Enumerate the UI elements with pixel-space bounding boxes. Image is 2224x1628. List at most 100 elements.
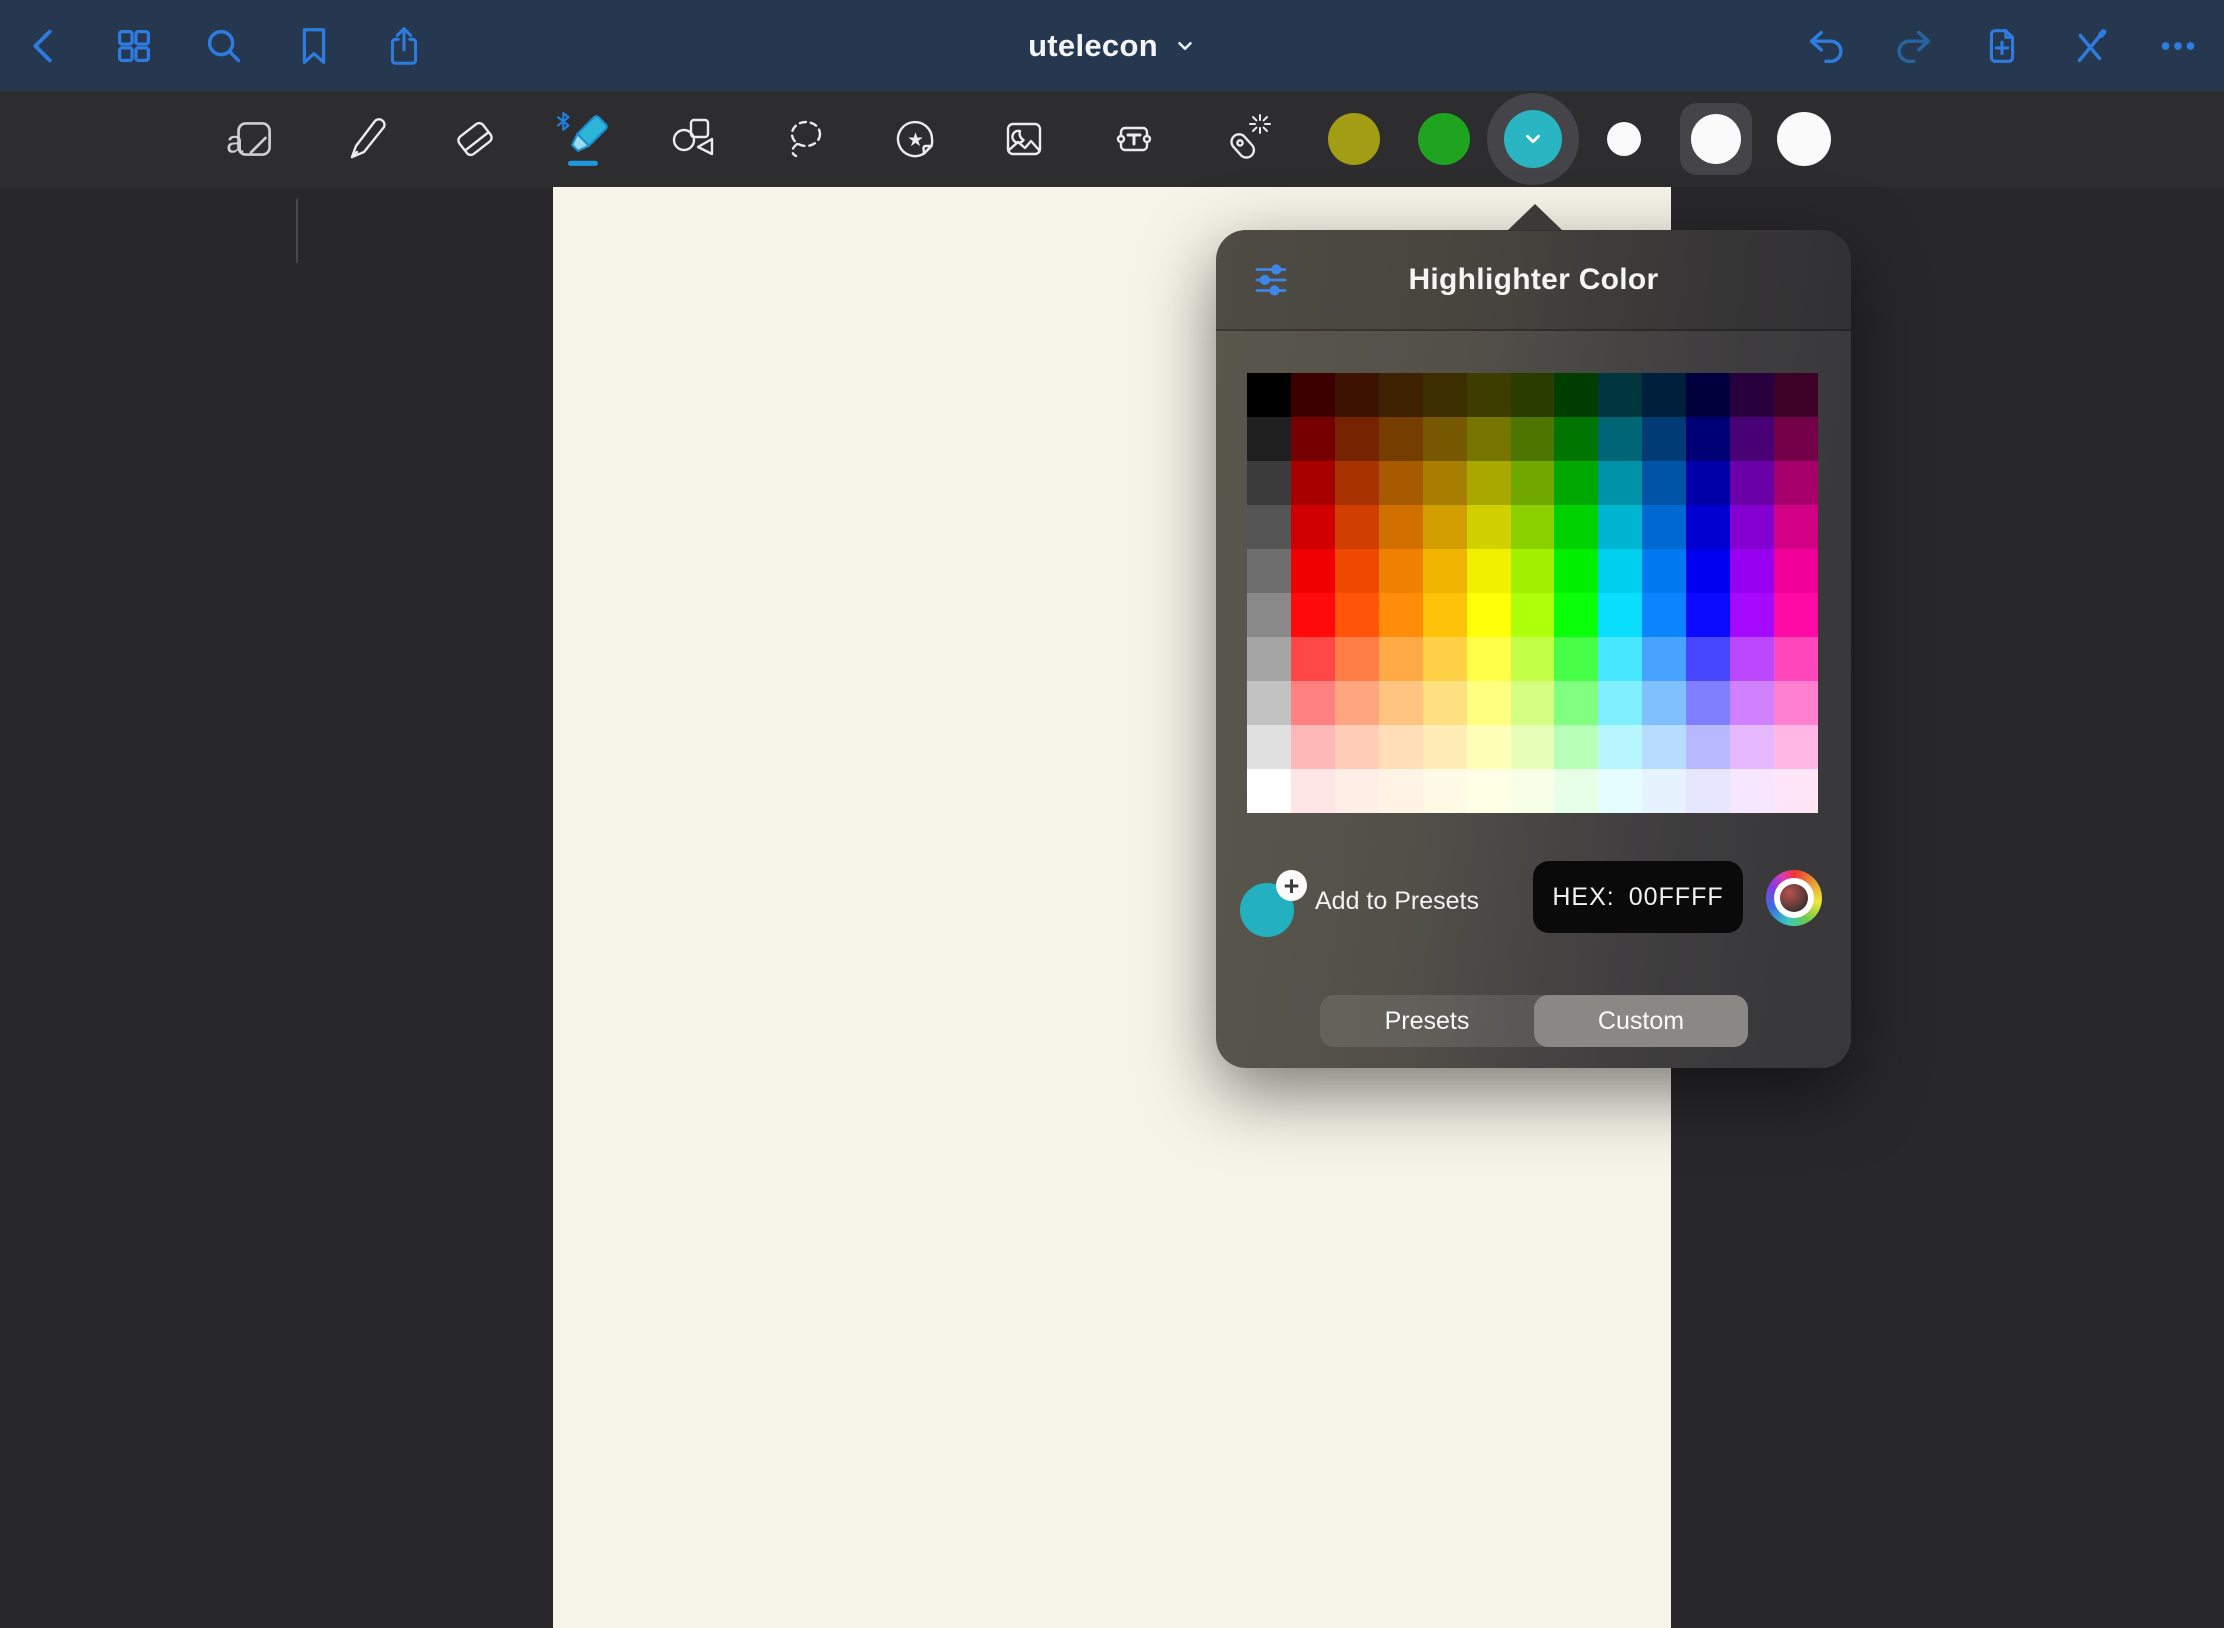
color-cell[interactable]: [1467, 549, 1511, 593]
hex-input[interactable]: HEX: 00FFFF: [1533, 861, 1743, 933]
color-cell[interactable]: [1554, 681, 1598, 725]
color-cell[interactable]: [1291, 549, 1335, 593]
color-cell[interactable]: [1554, 593, 1598, 637]
tool-sticker[interactable]: ★: [885, 109, 945, 169]
color-cell[interactable]: [1554, 373, 1598, 417]
color-cell[interactable]: [1598, 593, 1642, 637]
color-cell[interactable]: [1335, 637, 1379, 681]
color-cell[interactable]: [1774, 593, 1818, 637]
color-cell[interactable]: [1423, 549, 1467, 593]
color-cell[interactable]: [1598, 505, 1642, 549]
color-cell[interactable]: [1467, 505, 1511, 549]
color-cell[interactable]: [1467, 637, 1511, 681]
color-cell[interactable]: [1247, 549, 1291, 593]
color-cell[interactable]: [1511, 417, 1555, 461]
thickness-medium-selected[interactable]: [1680, 103, 1752, 175]
pages-overview-button[interactable]: [110, 22, 158, 70]
color-cell[interactable]: [1642, 769, 1686, 813]
color-cell[interactable]: [1335, 725, 1379, 769]
color-cell[interactable]: [1291, 593, 1335, 637]
stop-editing-button[interactable]: [2066, 22, 2114, 70]
color-cell[interactable]: [1730, 637, 1774, 681]
color-cell[interactable]: [1379, 593, 1423, 637]
color-preset-green[interactable]: [1418, 113, 1470, 165]
tool-lasso[interactable]: [775, 109, 835, 169]
color-cell[interactable]: [1335, 681, 1379, 725]
tab-custom[interactable]: Custom: [1534, 995, 1748, 1047]
color-cell[interactable]: [1774, 373, 1818, 417]
color-cell[interactable]: [1686, 637, 1730, 681]
color-cell[interactable]: [1686, 593, 1730, 637]
back-button[interactable]: [20, 22, 68, 70]
tab-presets[interactable]: Presets: [1320, 995, 1534, 1047]
color-cell[interactable]: [1642, 549, 1686, 593]
tool-eraser[interactable]: [445, 109, 505, 169]
color-cell[interactable]: [1291, 417, 1335, 461]
color-cell[interactable]: [1774, 461, 1818, 505]
color-cell[interactable]: [1379, 681, 1423, 725]
color-cell[interactable]: [1247, 505, 1291, 549]
color-cell[interactable]: [1730, 505, 1774, 549]
color-cell[interactable]: [1774, 725, 1818, 769]
color-cell[interactable]: [1467, 373, 1511, 417]
color-cell[interactable]: [1774, 505, 1818, 549]
color-cell[interactable]: [1291, 505, 1335, 549]
color-cell[interactable]: [1642, 681, 1686, 725]
tool-text[interactable]: [1104, 109, 1164, 169]
color-cell[interactable]: [1511, 769, 1555, 813]
color-cell[interactable]: [1730, 593, 1774, 637]
color-cell[interactable]: [1379, 461, 1423, 505]
tool-pen[interactable]: [336, 109, 396, 169]
color-cell[interactable]: [1774, 549, 1818, 593]
color-cell[interactable]: [1554, 461, 1598, 505]
color-cell[interactable]: [1511, 681, 1555, 725]
color-preset-olive[interactable]: [1328, 113, 1380, 165]
color-cell[interactable]: [1379, 505, 1423, 549]
thickness-large[interactable]: [1777, 112, 1831, 166]
color-cell[interactable]: [1642, 461, 1686, 505]
color-cell[interactable]: [1423, 505, 1467, 549]
color-cell[interactable]: [1379, 417, 1423, 461]
color-cell[interactable]: [1247, 637, 1291, 681]
document-title[interactable]: utelecon: [1028, 28, 1158, 64]
color-cell[interactable]: [1335, 461, 1379, 505]
color-cell[interactable]: [1554, 417, 1598, 461]
color-cell[interactable]: [1774, 681, 1818, 725]
color-cell[interactable]: [1598, 373, 1642, 417]
color-cell[interactable]: [1642, 593, 1686, 637]
tool-laser-pointer[interactable]: [1215, 109, 1275, 169]
color-cell[interactable]: [1467, 461, 1511, 505]
color-cell[interactable]: [1730, 461, 1774, 505]
tool-shapes[interactable]: [665, 109, 725, 169]
color-cell[interactable]: [1379, 725, 1423, 769]
color-cell[interactable]: [1423, 681, 1467, 725]
bookmark-button[interactable]: [290, 22, 338, 70]
color-preset-teal-selected[interactable]: [1487, 93, 1579, 185]
color-cell[interactable]: [1291, 725, 1335, 769]
color-cell[interactable]: [1423, 417, 1467, 461]
color-cell[interactable]: [1554, 725, 1598, 769]
color-cell[interactable]: [1335, 769, 1379, 813]
color-cell[interactable]: [1511, 461, 1555, 505]
tool-view-mode[interactable]: a: [222, 109, 282, 169]
color-cell[interactable]: [1511, 549, 1555, 593]
color-cell[interactable]: [1379, 769, 1423, 813]
color-cell[interactable]: [1335, 593, 1379, 637]
color-cell[interactable]: [1686, 725, 1730, 769]
color-cell[interactable]: [1730, 769, 1774, 813]
color-cell[interactable]: [1774, 417, 1818, 461]
color-cell[interactable]: [1686, 549, 1730, 593]
color-cell[interactable]: [1247, 461, 1291, 505]
color-cell[interactable]: [1335, 417, 1379, 461]
add-page-button[interactable]: [1978, 22, 2026, 70]
color-cell[interactable]: [1511, 725, 1555, 769]
color-cell[interactable]: [1511, 505, 1555, 549]
thickness-settings-button[interactable]: [1248, 257, 1294, 303]
color-cell[interactable]: [1247, 417, 1291, 461]
color-cell[interactable]: [1379, 549, 1423, 593]
color-cell[interactable]: [1730, 725, 1774, 769]
color-cell[interactable]: [1686, 681, 1730, 725]
color-cell[interactable]: [1642, 505, 1686, 549]
color-cell[interactable]: [1247, 681, 1291, 725]
color-cell[interactable]: [1423, 373, 1467, 417]
